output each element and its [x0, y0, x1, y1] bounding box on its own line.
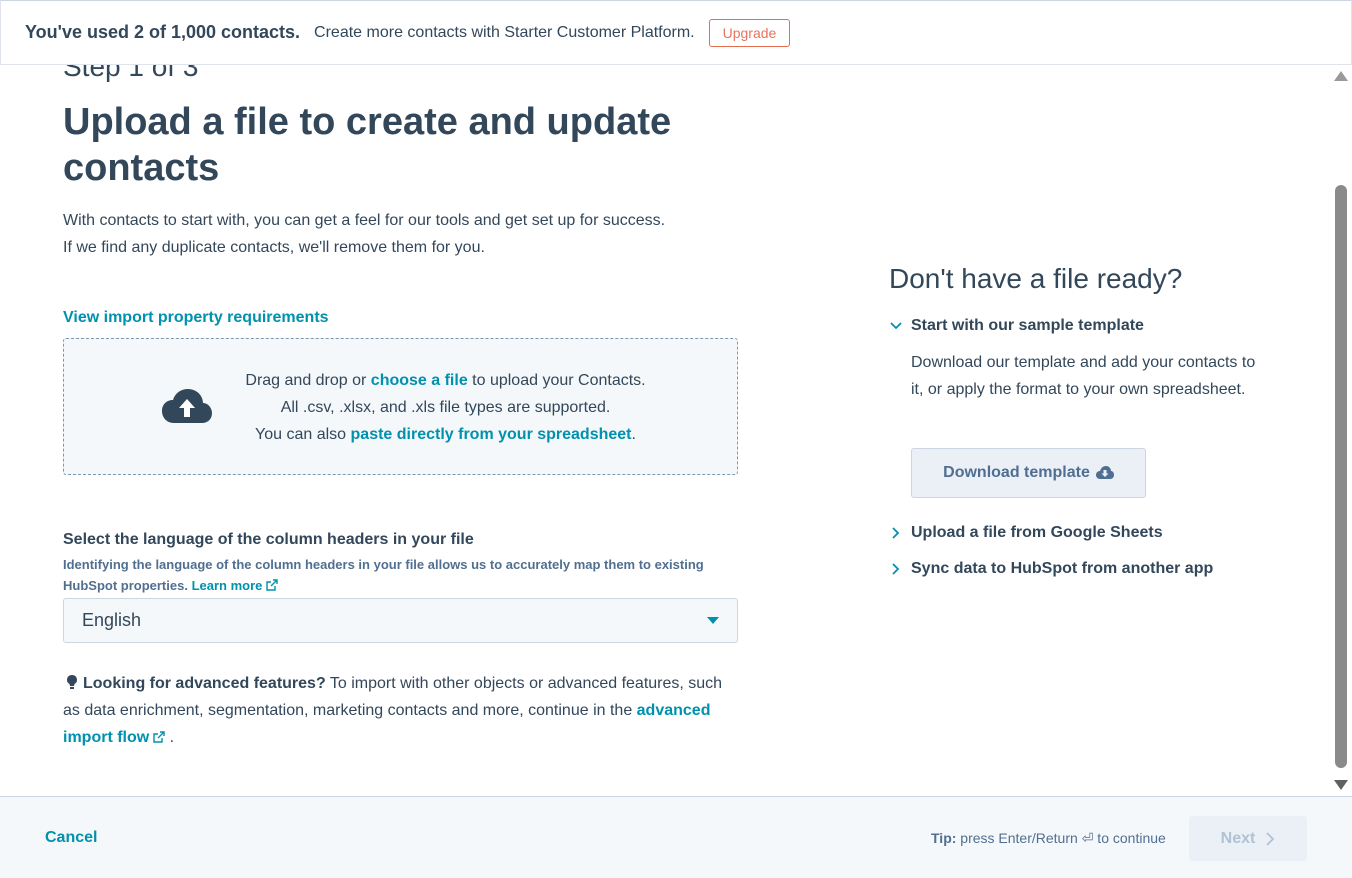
accordion-label: Sync data to HubSpot from another app: [911, 560, 1214, 577]
dropzone-text: Drag and drop or choose a file to upload…: [64, 367, 737, 448]
language-help-body: Identifying the language of the column h…: [63, 557, 704, 593]
chevron-right-icon: [892, 563, 900, 575]
sidebar-title: Don't have a file ready?: [889, 263, 1183, 294]
tip-text: press Enter/Return ⏎ to continue: [956, 830, 1166, 846]
language-help-text: Identifying the language of the column h…: [63, 554, 723, 596]
scroll-up-arrow-icon[interactable]: [1334, 71, 1348, 81]
sample-template-accordion[interactable]: Start with our sample template: [889, 317, 1144, 335]
paste-spreadsheet-link[interactable]: paste directly from your spreadsheet: [351, 426, 632, 443]
external-link-icon: [266, 579, 279, 591]
advanced-features-suffix: .: [165, 729, 175, 746]
vertical-scrollbar[interactable]: [1330, 65, 1352, 796]
usage-banner: You've used 2 of 1,000 contacts. Create …: [0, 0, 1352, 65]
main-content: Step 1 of 3 Upload a file to create and …: [0, 65, 1330, 796]
chevron-down-icon: [890, 322, 902, 330]
download-template-label: Download template: [943, 464, 1090, 481]
next-button[interactable]: Next: [1189, 816, 1307, 861]
sample-template-description: Download our template and add your conta…: [911, 354, 1256, 398]
next-label: Next: [1220, 829, 1256, 847]
external-link-icon: [153, 731, 165, 743]
promo-text: Create more contacts with Starter Custom…: [314, 23, 695, 41]
file-dropzone[interactable]: Drag and drop or choose a file to upload…: [63, 338, 738, 475]
sync-data-accordion[interactable]: Sync data to HubSpot from another app: [889, 560, 1213, 578]
learn-more-link[interactable]: Learn more: [192, 578, 263, 593]
advanced-features-heading: Looking for advanced features?: [83, 675, 326, 692]
language-label: Select the language of the column header…: [63, 531, 474, 548]
description-line: If we find any duplicate contacts, we'll…: [63, 239, 485, 256]
step-label: Step 1 of 3: [63, 65, 199, 82]
usage-text: You've used 2 of 1,000 contacts.: [25, 22, 301, 42]
dropzone-text-prefix: Drag and drop or: [245, 372, 371, 389]
scrollbar-thumb[interactable]: [1335, 185, 1347, 768]
upgrade-button[interactable]: Upgrade: [708, 18, 791, 47]
accordion-label: Upload a file from Google Sheets: [911, 524, 1163, 541]
cloud-download-icon: [1095, 466, 1114, 479]
advanced-features-note: Looking for advanced features? To import…: [63, 670, 723, 751]
choose-file-link[interactable]: choose a file: [371, 372, 468, 389]
import-requirements-link[interactable]: View import property requirements: [63, 309, 329, 327]
download-template-button[interactable]: Download template: [911, 448, 1146, 498]
description-line: With contacts to start with, you can get…: [63, 212, 666, 229]
google-sheets-accordion[interactable]: Upload a file from Google Sheets: [889, 524, 1163, 542]
dropzone-text-suffix: to upload your Contacts.: [467, 372, 646, 389]
cancel-button[interactable]: Cancel: [45, 829, 97, 847]
language-select[interactable]: English: [63, 598, 738, 643]
lightbulb-icon: [67, 675, 77, 689]
footer-bar: Cancel Tip: press Enter/Return ⏎ to cont…: [0, 796, 1352, 878]
paste-text-prefix: You can also: [255, 426, 351, 443]
chevron-down-icon: [707, 617, 719, 624]
scroll-down-arrow-icon[interactable]: [1334, 780, 1348, 790]
supported-types-text: All .csv, .xlsx, and .xls file types are…: [280, 399, 611, 416]
chevron-right-icon: [1266, 831, 1275, 846]
accordion-label: Start with our sample template: [911, 317, 1144, 334]
paste-text-suffix: .: [631, 426, 636, 443]
tip-label: Tip:: [931, 830, 957, 846]
page-description: With contacts to start with, you can get…: [63, 207, 665, 261]
page-title: Upload a file to create and update conta…: [63, 101, 672, 189]
keyboard-tip: Tip: press Enter/Return ⏎ to continue: [931, 830, 1166, 847]
chevron-right-icon: [892, 527, 900, 539]
language-selected-value: English: [82, 610, 142, 630]
